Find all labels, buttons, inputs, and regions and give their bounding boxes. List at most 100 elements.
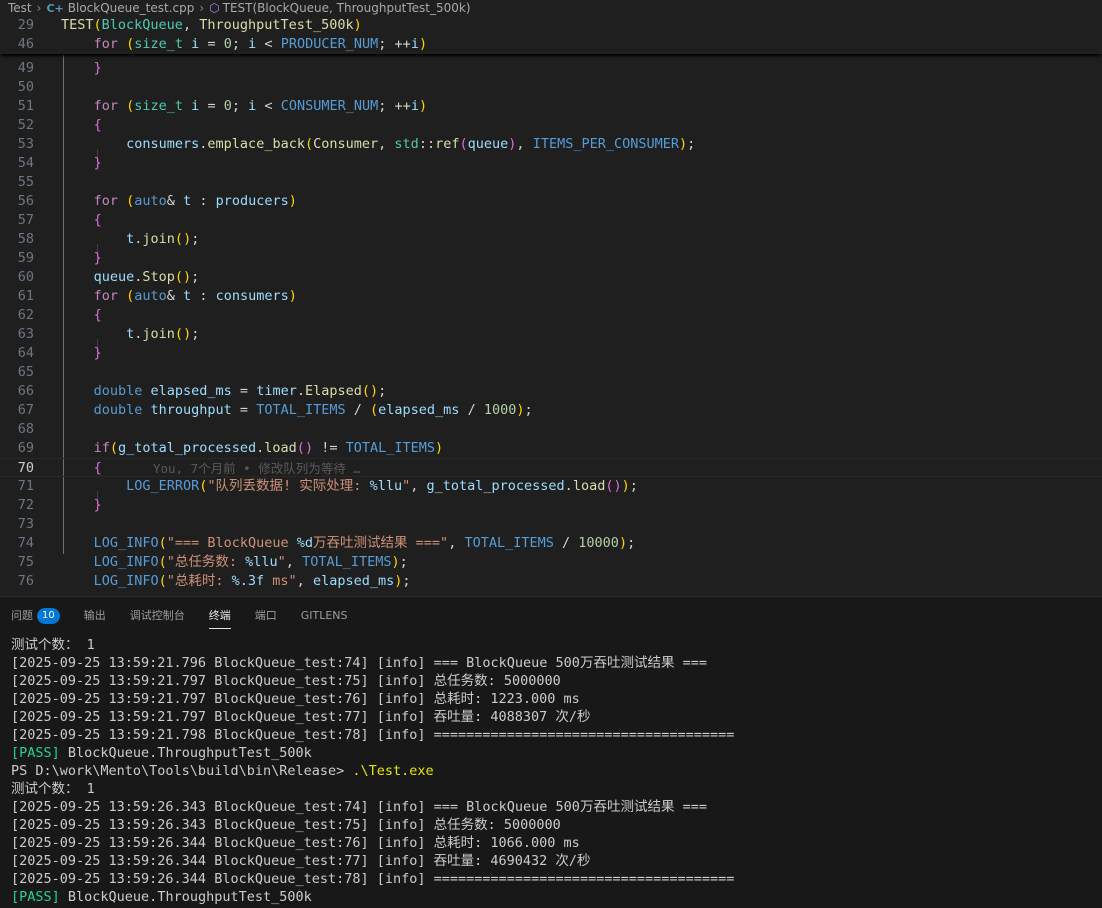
code-text: } xyxy=(93,60,102,76)
code-line[interactable]: 46 for (size_t i = 0; i < PRODUCER_NUM; … xyxy=(0,35,1102,54)
breadcrumb-symbol[interactable]: TEST(BlockQueue, ThroughputTest_500k) xyxy=(223,1,471,15)
code-line[interactable]: 50 xyxy=(0,78,1102,97)
code-line[interactable]: 73 xyxy=(0,515,1102,534)
line-number: 50 xyxy=(17,79,34,95)
code-line[interactable]: 62 { xyxy=(0,306,1102,325)
code-line[interactable]: 64 } xyxy=(0,344,1102,363)
line-number: 66 xyxy=(17,383,34,399)
line-number: 51 xyxy=(17,98,34,114)
breadcrumb-folder[interactable]: Test xyxy=(8,1,32,15)
sticky-scroll[interactable]: 29 TEST(BlockQueue, ThroughputTest_500k) 4… xyxy=(0,16,1102,54)
terminal-output[interactable]: 测试个数： 1 [2025-09-25 13:59:21.796 BlockQue… xyxy=(11,636,1096,906)
code-line[interactable]: 69 if(g_total_processed.load() != TOTAL_… xyxy=(0,439,1102,458)
code-editor[interactable]: 49 } 50 51 for (size_t i = 0; i < CONSUMER… xyxy=(0,16,1102,596)
breadcrumb-file[interactable]: BlockQueue_test.cpp xyxy=(68,1,195,15)
code-line[interactable]: 74 LOG_INFO("=== BlockQueue %d万吞吐测试结果 ==… xyxy=(0,534,1102,553)
line-number: 53 xyxy=(17,136,34,152)
code-line[interactable]: 60 queue.Stop(); xyxy=(0,268,1102,287)
code-text: for (auto& t : consumers) xyxy=(93,288,297,304)
tab-gitlens[interactable]: GITLENS xyxy=(301,606,348,626)
code-text: } xyxy=(93,155,102,171)
tab-label: 终端 xyxy=(208,609,231,622)
code-line[interactable]: 59 } xyxy=(0,249,1102,268)
code-line[interactable]: 55 xyxy=(0,173,1102,192)
line-number: 75 xyxy=(17,554,34,570)
line-number: 63 xyxy=(17,326,34,342)
code-text: LOG_INFO("=== BlockQueue %d万吞吐测试结果 ===",… xyxy=(93,535,636,551)
code-line[interactable]: 71 LOG_ERROR("队列丢数据! 实际处理: %llu", g_tota… xyxy=(0,477,1102,496)
tab-label: GITLENS xyxy=(300,609,348,622)
cpp-file-icon: C+ xyxy=(46,1,64,15)
code-line[interactable]: 29 TEST(BlockQueue, ThroughputTest_500k) xyxy=(0,16,1102,35)
line-number: 60 xyxy=(17,269,34,285)
code-line[interactable]: 72 } xyxy=(0,496,1102,515)
code-text: } xyxy=(93,497,102,513)
code-line[interactable]: 67 double throughput = TOTAL_ITEMS / (el… xyxy=(0,401,1102,420)
line-number: 59 xyxy=(17,250,34,266)
code-text: } xyxy=(93,345,102,361)
line-number: 61 xyxy=(17,288,34,304)
code-text: LOG_INFO("总耗时: %.3f ms", elapsed_ms); xyxy=(93,573,411,589)
line-number: 46 xyxy=(17,36,34,52)
code-text: for (auto& t : producers) xyxy=(93,193,297,209)
terminal-line: [2025-09-25 13:59:21.797 BlockQueue_test… xyxy=(11,673,561,689)
terminal-line: [2025-09-25 13:59:26.343 BlockQueue_test… xyxy=(11,799,707,815)
code-line[interactable]: 76 LOG_INFO("总耗时: %.3f ms", elapsed_ms); xyxy=(0,572,1102,591)
code-text: double throughput = TOTAL_ITEMS / (elaps… xyxy=(93,402,533,418)
tab-terminal[interactable]: 终端 xyxy=(208,606,231,629)
terminal-line: 测试个数： 1 xyxy=(11,637,95,653)
problems-count-badge: 10 xyxy=(37,608,60,624)
line-number: 68 xyxy=(17,421,34,437)
line-number: 62 xyxy=(17,307,34,323)
code-text: for (size_t i = 0; i < PRODUCER_NUM; ++i… xyxy=(93,36,428,52)
code-line[interactable]: 52 { xyxy=(0,116,1102,135)
terminal-line: [2025-09-25 13:59:26.344 BlockQueue_test… xyxy=(11,871,735,887)
line-number: 54 xyxy=(17,155,34,171)
code-text: double elapsed_ms = timer.Elapsed(); xyxy=(93,383,387,399)
line-number: 73 xyxy=(17,516,34,532)
code-text: { xyxy=(93,212,102,228)
code-text: t.join(); xyxy=(126,326,200,342)
terminal-line: [2025-09-25 13:59:26.343 BlockQueue_test… xyxy=(11,817,561,833)
cube-icon: ⬡ xyxy=(209,1,220,15)
tab-label: 调试控制台 xyxy=(129,609,185,622)
code-text: { xyxy=(93,307,102,323)
terminal-line: [2025-09-25 13:59:21.796 BlockQueue_test… xyxy=(11,655,707,671)
tab-label: 问题 xyxy=(11,609,33,622)
tab-output[interactable]: 输出 xyxy=(84,606,106,626)
code-line[interactable]: 57 { xyxy=(0,211,1102,230)
code-line[interactable]: 51 for (size_t i = 0; i < CONSUMER_NUM; … xyxy=(0,97,1102,116)
code-text: LOG_ERROR("队列丢数据! 实际处理: %llu", g_total_p… xyxy=(126,478,638,494)
tab-ports[interactable]: 端口 xyxy=(255,606,277,626)
pass-tag: [PASS] xyxy=(11,889,60,905)
code-line[interactable]: 61 for (auto& t : consumers) xyxy=(0,287,1102,306)
pass-tag: [PASS] xyxy=(11,745,60,761)
tab-debug-console[interactable]: 调试控制台 xyxy=(130,606,185,626)
code-line[interactable]: 53 consumers.emplace_back(Consumer, std:… xyxy=(0,135,1102,154)
bottom-panel: 问题 10 输出 调试控制台 终端 端口 GITLENS 测试个数： 1 [2025-09-2… xyxy=(0,596,1102,908)
code-line[interactable]: 63 t.join(); xyxy=(0,325,1102,344)
code-line[interactable]: 56 for (auto& t : producers) xyxy=(0,192,1102,211)
line-number: 58 xyxy=(17,231,34,247)
code-line[interactable]: 49 } xyxy=(0,59,1102,78)
code-line[interactable]: 54 } xyxy=(0,154,1102,173)
terminal-line: [2025-09-25 13:59:26.344 BlockQueue_test… xyxy=(11,835,580,851)
line-number: 64 xyxy=(17,345,34,361)
line-number: 69 xyxy=(17,440,34,456)
line-number: 71 xyxy=(17,478,34,494)
code-line[interactable]: 58 t.join(); xyxy=(0,230,1102,249)
code-line[interactable]: 66 double elapsed_ms = timer.Elapsed(); xyxy=(0,382,1102,401)
code-line[interactable]: 68 xyxy=(0,420,1102,439)
line-number: 74 xyxy=(17,535,34,551)
code-line[interactable]: 70 {You, 7个月前 • 修改队列为等待 … xyxy=(0,458,1102,477)
code-text: if(g_total_processed.load() != TOTAL_ITE… xyxy=(93,440,444,456)
code-line[interactable]: 75 LOG_INFO("总任务数: %llu", TOTAL_ITEMS); xyxy=(0,553,1102,572)
breadcrumb: Test › C+ BlockQueue_test.cpp › ⬡ TEST(B… xyxy=(0,0,1102,16)
terminal-line: [2025-09-25 13:59:21.797 BlockQueue_test… xyxy=(11,709,591,725)
code-text: LOG_INFO("总任务数: %llu", TOTAL_ITEMS); xyxy=(93,554,408,570)
code-line[interactable]: 65 xyxy=(0,363,1102,382)
line-number: 56 xyxy=(17,193,34,209)
line-number: 67 xyxy=(17,402,34,418)
tab-problems[interactable]: 问题 10 xyxy=(11,606,60,626)
terminal-line: [PASS] BlockQueue.ThroughputTest_500k xyxy=(11,889,312,905)
